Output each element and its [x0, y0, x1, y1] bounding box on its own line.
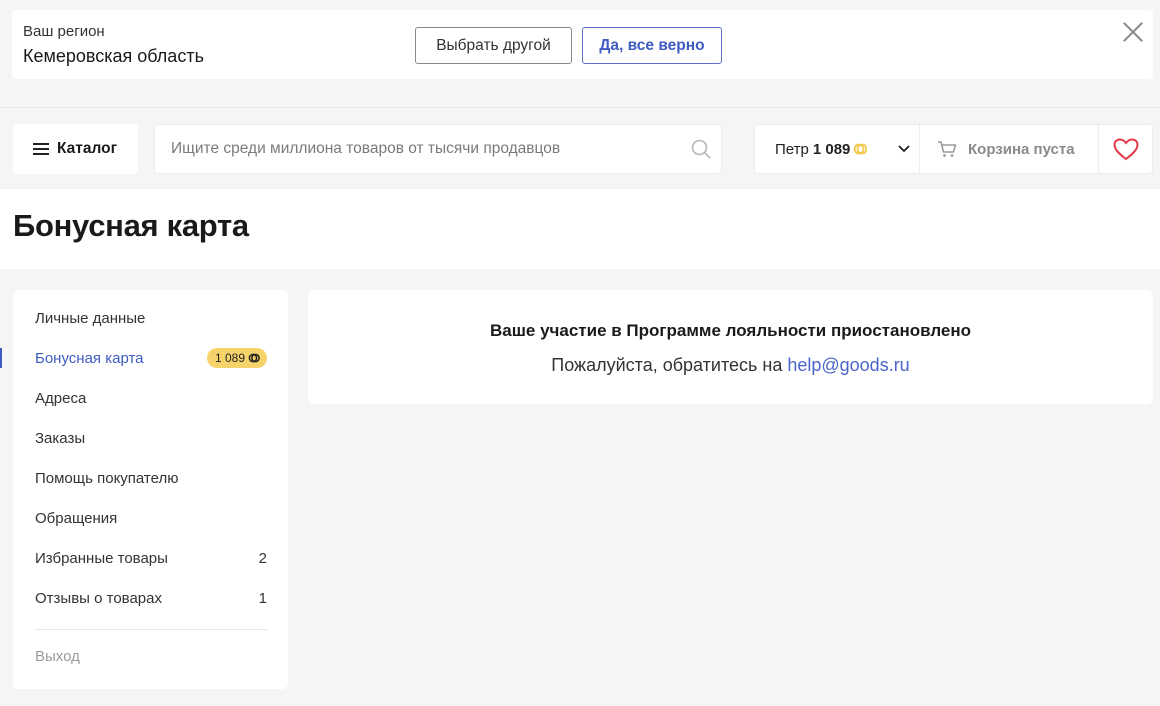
sidebar-item-label: Заказы: [35, 429, 86, 447]
account-sidebar: Личные данные Бонусная карта 1 089 Адрес…: [13, 290, 288, 689]
favorites-count: 2: [258, 549, 267, 567]
bonus-coin-icon: [248, 353, 260, 363]
sidebar-item-label: Адреса: [35, 389, 87, 407]
sidebar-item-help[interactable]: Помощь покупателю: [35, 466, 267, 490]
logout-link[interactable]: Выход: [35, 648, 80, 665]
search-bar: [154, 124, 722, 174]
sidebar-divider: [35, 629, 268, 630]
sidebar-item-personal-data[interactable]: Личные данные: [35, 306, 267, 330]
header-divider: [0, 107, 1160, 108]
page-title: Бонусная карта: [13, 208, 249, 243]
sidebar-item-label: Личные данные: [35, 309, 146, 327]
sidebar-item-appeals[interactable]: Обращения: [35, 506, 267, 530]
favorites-button[interactable]: [1098, 124, 1153, 174]
sidebar-item-bonus-card[interactable]: Бонусная карта 1 089: [35, 346, 267, 370]
sidebar-item-favorites[interactable]: Избранные товары 2: [35, 546, 267, 570]
sidebar-item-label: Помощь покупателю: [35, 469, 179, 487]
active-item-marker: [0, 348, 2, 368]
choose-other-region-button[interactable]: Выбрать другой: [415, 27, 572, 64]
message-text-label: Пожалуйста, обратитесь на: [551, 355, 788, 375]
sidebar-item-label: Обращения: [35, 509, 118, 527]
search-icon[interactable]: [691, 139, 711, 159]
bonus-badge: 1 089: [206, 348, 267, 368]
confirm-region-button[interactable]: Да, все верно: [582, 27, 722, 64]
sidebar-item-reviews[interactable]: Отзывы о товарах 1: [35, 586, 267, 610]
support-email-link[interactable]: help@goods.ru: [787, 355, 909, 375]
cart-label: Корзина пуста: [968, 140, 1075, 158]
close-icon[interactable]: [1122, 21, 1144, 43]
catalog-label: Каталог: [57, 140, 118, 157]
user-points: 1 089: [812, 140, 851, 158]
heart-icon: [1112, 137, 1139, 160]
cart-icon: [938, 141, 957, 157]
search-input[interactable]: [155, 125, 675, 173]
message-text: Пожалуйста, обратитесь на help@goods.ru: [308, 355, 1153, 376]
sidebar-item-label: Избранные товары: [35, 549, 168, 567]
catalog-button[interactable]: Каталог: [13, 124, 138, 174]
chevron-down-icon: [898, 145, 910, 153]
message-title: Ваше участие в Программе лояльности прио…: [489, 321, 972, 340]
cart-button[interactable]: Корзина пуста: [919, 124, 1099, 174]
sidebar-item-addresses[interactable]: Адреса: [35, 386, 267, 410]
region-label: Ваш регион: [23, 23, 105, 40]
region-name: Кемеровская область: [23, 46, 204, 66]
sidebar-item-orders[interactable]: Заказы: [35, 426, 267, 450]
sidebar-item-label: Отзывы о товарах: [35, 589, 162, 607]
user-menu[interactable]: Петр 1 089: [754, 124, 920, 174]
bonus-badge-value: 1 089: [214, 351, 245, 365]
sidebar-item-label: Бонусная карта: [35, 349, 144, 367]
loyalty-message-card: Ваше участие в Программе лояльности прио…: [308, 290, 1153, 404]
menu-icon: [33, 143, 49, 155]
reviews-count: 1: [258, 589, 267, 607]
user-name: Петр: [775, 140, 809, 158]
bonus-coin-icon: [853, 143, 868, 155]
region-banner: Ваш регион Кемеровская область Выбрать д…: [12, 10, 1153, 79]
